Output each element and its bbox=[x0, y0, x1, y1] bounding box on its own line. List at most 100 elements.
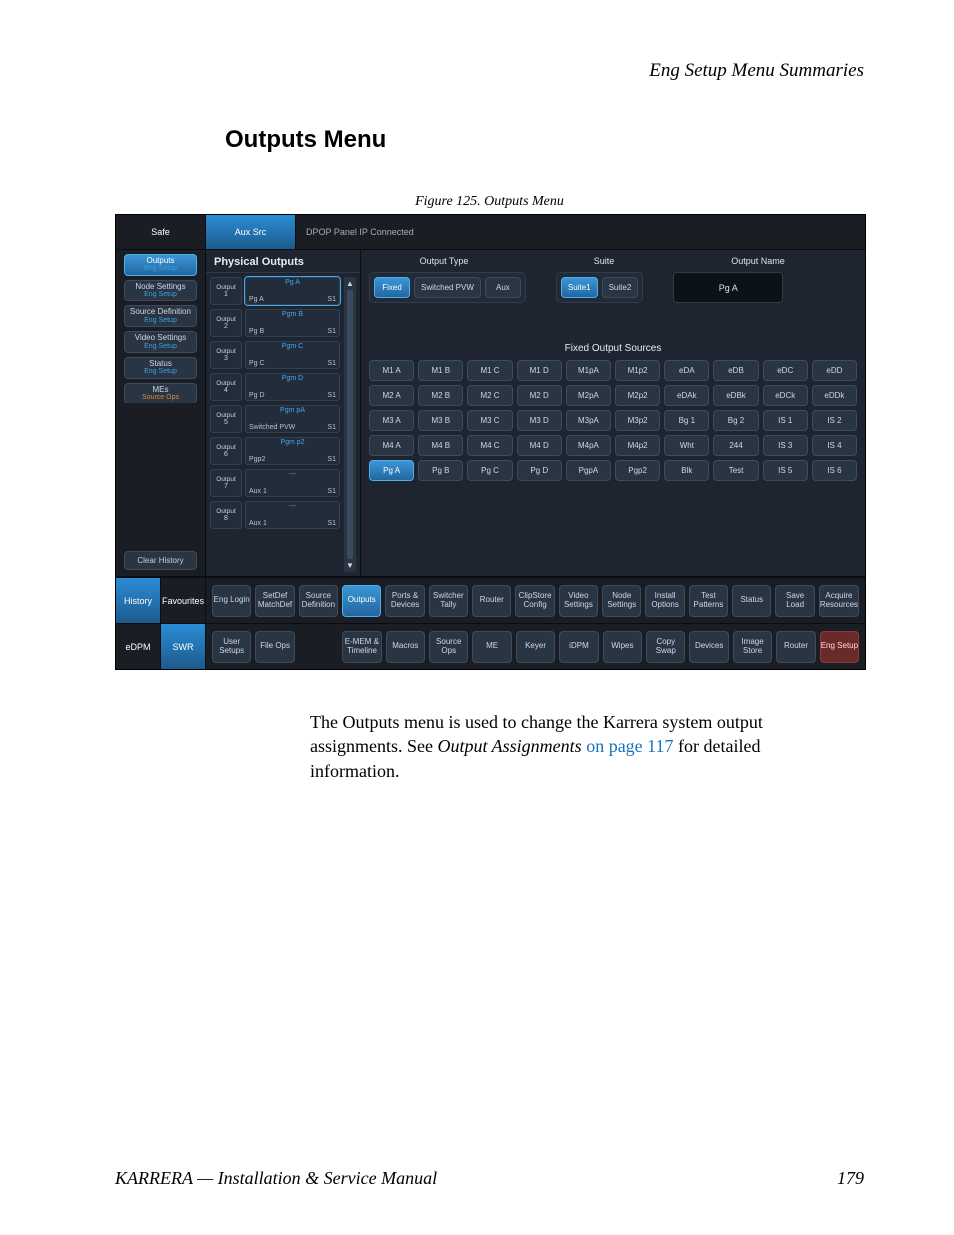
output-type-button[interactable]: Aux bbox=[485, 277, 521, 298]
menu-button[interactable]: File Ops bbox=[255, 631, 294, 663]
source-button[interactable]: Pg B bbox=[418, 460, 463, 481]
tab-safe[interactable]: Safe bbox=[116, 215, 206, 249]
source-button[interactable]: M2 D bbox=[517, 385, 562, 406]
menu-button[interactable]: ClipStore Config bbox=[515, 585, 554, 617]
nav-item[interactable]: Source DefinitionEng Setup bbox=[124, 305, 197, 327]
menu-button[interactable]: Source Definition bbox=[299, 585, 338, 617]
nav-item[interactable]: OutputsEng Setup bbox=[124, 254, 197, 276]
source-button[interactable]: M1p2 bbox=[615, 360, 660, 381]
source-button[interactable]: IS 2 bbox=[812, 410, 857, 431]
source-button[interactable]: M1 B bbox=[418, 360, 463, 381]
swr-tab[interactable]: SWR bbox=[161, 624, 205, 669]
source-button[interactable]: Wht bbox=[664, 435, 709, 456]
suite-button[interactable]: Suite1 bbox=[561, 277, 598, 298]
source-button[interactable]: Pgp2 bbox=[615, 460, 660, 481]
output-name-field[interactable]: Pg A bbox=[673, 272, 783, 303]
menu-button[interactable]: Image Store bbox=[733, 631, 772, 663]
menu-button[interactable]: Router bbox=[472, 585, 511, 617]
source-button[interactable]: M3 C bbox=[467, 410, 512, 431]
source-button[interactable]: eDCk bbox=[763, 385, 808, 406]
nav-item[interactable]: Node SettingsEng Setup bbox=[124, 280, 197, 302]
physical-outputs-scrollbar[interactable]: ▲ ▼ bbox=[344, 277, 356, 572]
history-tab[interactable]: History bbox=[116, 578, 161, 623]
physical-output-row[interactable]: Output7---Aux 1S1 bbox=[210, 469, 340, 497]
menu-button[interactable]: Video Settings bbox=[559, 585, 598, 617]
physical-output-row[interactable]: Output6Pgm p2Pgp2S1 bbox=[210, 437, 340, 465]
physical-output-row[interactable]: Output1Pg APg AS1 bbox=[210, 277, 340, 305]
source-button[interactable]: M4 C bbox=[467, 435, 512, 456]
source-button[interactable]: M3 B bbox=[418, 410, 463, 431]
menu-button[interactable]: iDPM bbox=[559, 631, 598, 663]
menu-button[interactable]: Test Patterns bbox=[689, 585, 728, 617]
source-button[interactable]: Pg C bbox=[467, 460, 512, 481]
menu-button[interactable]: Eng Login bbox=[212, 585, 251, 617]
source-button[interactable]: IS 1 bbox=[763, 410, 808, 431]
source-button[interactable]: eDD bbox=[812, 360, 857, 381]
menu-button[interactable]: Node Settings bbox=[602, 585, 641, 617]
source-button[interactable]: M1 D bbox=[517, 360, 562, 381]
source-button[interactable]: IS 6 bbox=[812, 460, 857, 481]
source-button[interactable]: IS 5 bbox=[763, 460, 808, 481]
source-button[interactable]: M4 B bbox=[418, 435, 463, 456]
clear-history-button[interactable]: Clear History bbox=[124, 551, 197, 570]
physical-output-row[interactable]: Output2Pgm BPg BS1 bbox=[210, 309, 340, 337]
source-button[interactable]: M1 C bbox=[467, 360, 512, 381]
source-button[interactable]: Pg A bbox=[369, 460, 414, 481]
menu-button[interactable]: Eng Setup bbox=[820, 631, 859, 663]
nav-item[interactable]: Video SettingsEng Setup bbox=[124, 331, 197, 353]
source-button[interactable]: eDA bbox=[664, 360, 709, 381]
source-button[interactable]: Bg 2 bbox=[713, 410, 758, 431]
menu-button[interactable]: Install Options bbox=[645, 585, 684, 617]
source-button[interactable]: eDDk bbox=[812, 385, 857, 406]
physical-output-row[interactable]: Output8---Aux 1S1 bbox=[210, 501, 340, 529]
source-button[interactable]: M4pA bbox=[566, 435, 611, 456]
physical-output-row[interactable]: Output5Pgm pASwitched PVWS1 bbox=[210, 405, 340, 433]
menu-button[interactable]: Keyer bbox=[516, 631, 555, 663]
scroll-down-icon[interactable]: ▼ bbox=[346, 561, 354, 570]
source-button[interactable]: Test bbox=[713, 460, 758, 481]
source-button[interactable]: M2 C bbox=[467, 385, 512, 406]
source-button[interactable]: M3p2 bbox=[615, 410, 660, 431]
favourites-tab[interactable]: Favourites bbox=[161, 578, 205, 623]
physical-output-row[interactable]: Output3Pgm CPg CS1 bbox=[210, 341, 340, 369]
source-button[interactable]: M3pA bbox=[566, 410, 611, 431]
source-button[interactable]: M3 A bbox=[369, 410, 414, 431]
source-button[interactable]: M2 B bbox=[418, 385, 463, 406]
scroll-up-icon[interactable]: ▲ bbox=[346, 279, 354, 288]
menu-button[interactable]: ME bbox=[472, 631, 511, 663]
source-button[interactable]: Bg 1 bbox=[664, 410, 709, 431]
source-button[interactable]: 244 bbox=[713, 435, 758, 456]
suite-button[interactable]: Suite2 bbox=[602, 277, 639, 298]
menu-button[interactable]: Acquire Resources bbox=[819, 585, 859, 617]
nav-item[interactable]: StatusEng Setup bbox=[124, 357, 197, 379]
source-button[interactable]: eDC bbox=[763, 360, 808, 381]
nav-item[interactable]: MEsSource Ops bbox=[124, 383, 197, 403]
para-link[interactable]: on page 117 bbox=[582, 736, 674, 756]
source-button[interactable]: eDB bbox=[713, 360, 758, 381]
source-button[interactable]: M2pA bbox=[566, 385, 611, 406]
output-type-button[interactable]: Switched PVW bbox=[414, 277, 481, 298]
menu-button[interactable]: Macros bbox=[386, 631, 425, 663]
menu-button[interactable]: Router bbox=[776, 631, 815, 663]
source-button[interactable]: Blk bbox=[664, 460, 709, 481]
source-button[interactable]: M1pA bbox=[566, 360, 611, 381]
edpm-tab[interactable]: eDPM bbox=[116, 624, 161, 669]
source-button[interactable]: M1 A bbox=[369, 360, 414, 381]
tab-aux-src[interactable]: Aux Src bbox=[206, 215, 296, 249]
menu-button[interactable]: Switcher Tally bbox=[429, 585, 468, 617]
source-button[interactable]: M2 A bbox=[369, 385, 414, 406]
menu-button[interactable]: SetDef MatchDef bbox=[255, 585, 294, 617]
menu-button[interactable]: Wipes bbox=[603, 631, 642, 663]
menu-button[interactable]: User Setups bbox=[212, 631, 251, 663]
source-button[interactable]: eDAk bbox=[664, 385, 709, 406]
menu-button[interactable]: E-MEM & Timeline bbox=[342, 631, 381, 663]
source-button[interactable]: M4 A bbox=[369, 435, 414, 456]
menu-button[interactable]: Outputs bbox=[342, 585, 381, 617]
menu-button[interactable]: Copy Swap bbox=[646, 631, 685, 663]
menu-button[interactable]: Save Load bbox=[775, 585, 814, 617]
source-button[interactable]: M3 D bbox=[517, 410, 562, 431]
source-button[interactable]: Pg D bbox=[517, 460, 562, 481]
physical-output-row[interactable]: Output4Pgm DPg DS1 bbox=[210, 373, 340, 401]
source-button[interactable]: eDBk bbox=[713, 385, 758, 406]
menu-button[interactable]: Ports & Devices bbox=[385, 585, 424, 617]
